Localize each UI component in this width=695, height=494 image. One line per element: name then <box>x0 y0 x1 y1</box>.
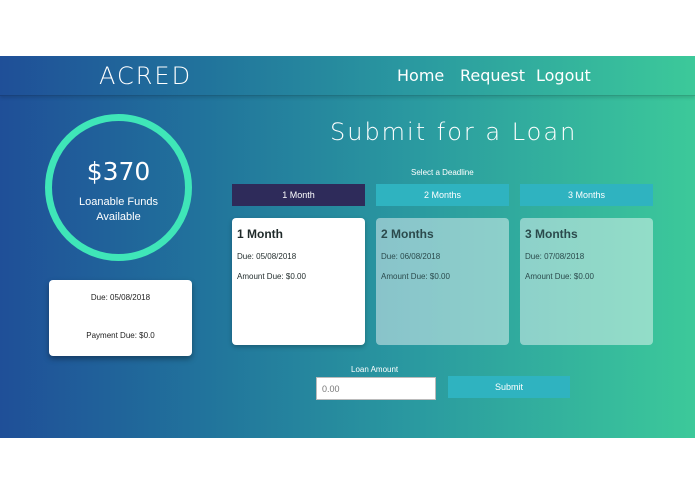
plan-card-2-months[interactable]: 2 Months Due: 06/08/2018 Amount Due: $0.… <box>376 218 509 345</box>
due-date: Due: 05/08/2018 <box>90 293 151 302</box>
app-container: ACRED Home Request Logout $370 Loanable … <box>0 56 695 438</box>
plan-title: 2 Months <box>381 227 434 241</box>
deadline-3-months-button[interactable]: 3 Months <box>520 184 653 206</box>
plan-title: 1 Month <box>237 227 283 241</box>
plan-title: 3 Months <box>525 227 578 241</box>
deadline-2-months-button[interactable]: 2 Months <box>376 184 509 206</box>
plan-amount-due: Amount Due: $0.00 <box>381 272 450 281</box>
nav-logout-link[interactable]: Logout <box>536 66 591 85</box>
funds-label: Loanable Funds Available <box>79 196 158 223</box>
submit-button[interactable]: Submit <box>448 376 570 398</box>
plan-due-date: Due: 06/08/2018 <box>381 252 441 261</box>
funds-amount: $370 <box>86 157 151 186</box>
payment-due-card: Due: 05/08/2018 Payment Due: $0.0 <box>49 280 192 356</box>
loanable-funds-circle: $370 Loanable Funds Available <box>45 114 192 261</box>
page-title: Submit for a Loan <box>330 118 578 146</box>
loan-amount-input[interactable] <box>316 377 436 400</box>
plan-card-3-months[interactable]: 3 Months Due: 07/08/2018 Amount Due: $0.… <box>520 218 653 345</box>
plan-due-date: Due: 05/08/2018 <box>237 252 297 261</box>
deadline-label: Select a Deadline <box>411 168 474 177</box>
deadline-1-month-button[interactable]: 1 Month <box>232 184 365 206</box>
payment-due: Payment Due: $0.0 <box>86 331 155 340</box>
plan-amount-due: Amount Due: $0.00 <box>525 272 594 281</box>
plan-card-1-month[interactable]: 1 Month Due: 05/08/2018 Amount Due: $0.0… <box>232 218 365 345</box>
nav-request-link[interactable]: Request <box>460 66 525 85</box>
loan-amount-label: Loan Amount <box>351 365 399 374</box>
plan-amount-due: Amount Due: $0.00 <box>237 272 306 281</box>
nav-home-link[interactable]: Home <box>397 66 444 85</box>
brand-logo[interactable]: ACRED <box>99 62 192 90</box>
navbar: ACRED Home Request Logout <box>0 56 695 96</box>
plan-due-date: Due: 07/08/2018 <box>525 252 585 261</box>
